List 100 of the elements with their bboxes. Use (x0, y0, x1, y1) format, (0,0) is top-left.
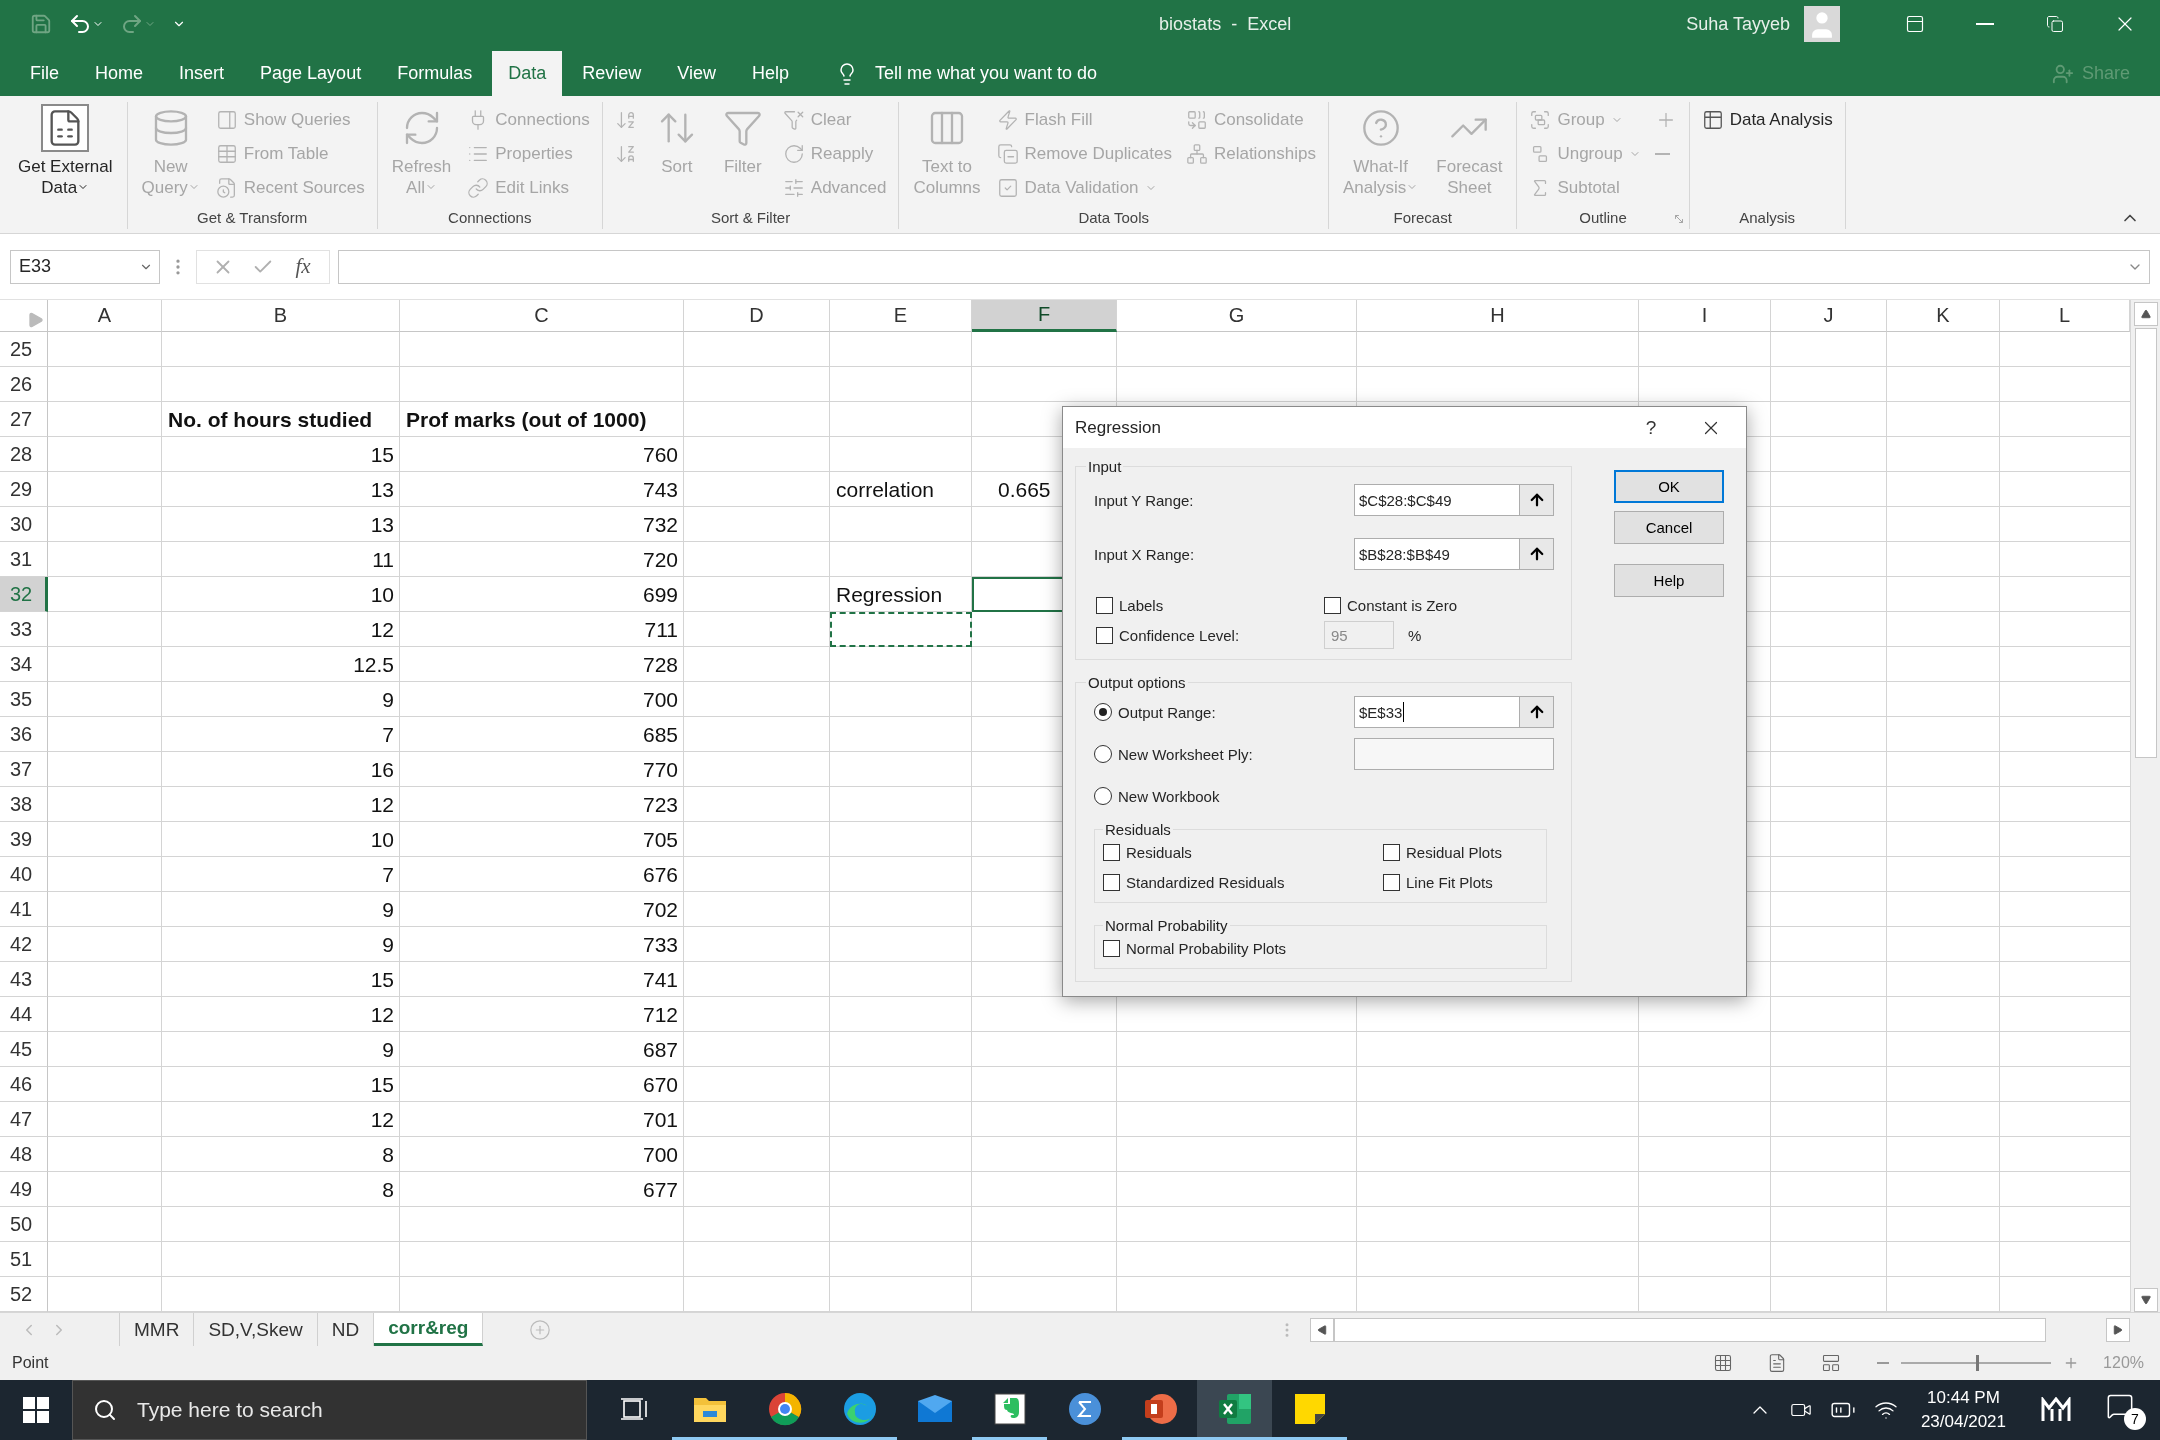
table-cell-text: 676 (641, 861, 679, 888)
person-add-icon (2051, 62, 2074, 85)
sheet-name-field[interactable] (1354, 738, 1554, 770)
page-break-button[interactable] (1821, 1353, 1842, 1373)
radio-button[interactable] (1094, 787, 1112, 805)
refresh-icon (782, 143, 805, 165)
window-title: biostats - Excel (1158, 13, 1293, 35)
user-name: Suha Tayyeb (1686, 13, 1790, 35)
sheet-tab[interactable]: corr&reg (374, 1313, 484, 1346)
ribbon-tab[interactable]: Insert (163, 51, 241, 96)
notification-count: 7 (2124, 1408, 2146, 1430)
group-label: Analysis (1739, 208, 1796, 226)
dialog-button[interactable]: Help (1614, 564, 1724, 597)
table-cell-text: 733 (641, 931, 679, 958)
row-header[interactable]: 32 (0, 577, 48, 612)
column-header[interactable]: F (972, 300, 1117, 332)
table-cell-text: 723 (641, 791, 679, 818)
help-button[interactable]: ? (1626, 415, 1676, 440)
group-label: Connections (448, 208, 532, 226)
checkbox-label: Normal Probability Plots (1126, 939, 1287, 957)
checkbox[interactable] (1103, 873, 1120, 891)
table-cell-text: 12 (369, 1106, 395, 1133)
table-cell-text: 13 (369, 511, 395, 538)
checkbox[interactable] (1383, 873, 1400, 891)
up-arrow-icon (2140, 309, 2151, 319)
scroll-right-button[interactable] (2106, 1317, 2130, 1342)
range-field[interactable]: $C$28:$C$49 (1354, 484, 1520, 516)
ribbon-tab[interactable]: Help (735, 51, 805, 96)
ribbon-tab[interactable]: Review (566, 51, 658, 96)
minus-icon (1877, 1362, 1890, 1364)
spreadsheet-app-icon (1216, 1391, 1253, 1426)
collapse-button[interactable] (1520, 484, 1554, 516)
checkbox[interactable] (1103, 843, 1120, 861)
range-field[interactable]: $B$28:$B$49 (1354, 538, 1520, 570)
swirl-logo-icon (842, 1391, 877, 1426)
scrollbar-thumb[interactable] (2134, 328, 2157, 758)
scroll-up-button[interactable] (2133, 302, 2158, 326)
table-cell-text: 11 (371, 546, 395, 573)
table-cell-text: 15 (369, 1071, 395, 1098)
zoom-level: 120% (2103, 1354, 2144, 1372)
right-arrow-icon (2113, 1324, 2123, 1335)
minimize-icon (1976, 23, 1994, 25)
table-cell-text: 700 (641, 1141, 679, 1168)
scroll-down-button[interactable] (2133, 1288, 2158, 1312)
layout-icon (1821, 1353, 1842, 1373)
app-logo-icon[interactable] (2041, 1397, 2071, 1423)
slider-thumb[interactable] (1976, 1355, 1980, 1371)
table-cell-text: 743 (641, 476, 679, 503)
collapse-button[interactable] (1520, 538, 1554, 570)
table-cell-text: 12.5 (352, 651, 395, 678)
normal-view-button[interactable] (1713, 1353, 1734, 1373)
checkbox[interactable] (1103, 939, 1120, 957)
group-label: Data Tools (1078, 208, 1149, 226)
ribbon-tab[interactable]: Data (492, 51, 563, 96)
scrollbar-thumb[interactable] (1334, 1317, 2046, 1342)
table-cell-text: 15 (369, 966, 395, 993)
ribbon-tab[interactable]: File (14, 51, 75, 96)
ribbon-tab[interactable]: Formulas (381, 51, 489, 96)
search-field[interactable]: Type here to search (135, 1397, 586, 1423)
table-cell-text: 7 (381, 721, 395, 748)
undo-icon (68, 12, 92, 36)
clock-date[interactable]: 23/04/2021 (1920, 1410, 2006, 1434)
checkbox[interactable] (1096, 626, 1113, 644)
collapse-button[interactable] (1520, 696, 1554, 728)
dialog-button[interactable]: Cancel (1614, 511, 1724, 544)
table-cell-text: 677 (641, 1176, 679, 1203)
table-cell-text: 9 (381, 1036, 395, 1063)
checkbox[interactable] (1096, 596, 1113, 614)
radio-button[interactable] (1094, 745, 1112, 763)
range-field[interactable]: $E$33 (1354, 696, 1520, 728)
formula-input[interactable] (338, 249, 2150, 284)
table-cell-text: 10 (369, 826, 395, 853)
name-box[interactable]: E33 (10, 249, 160, 284)
scroll-left-button[interactable] (1310, 1317, 1334, 1342)
ribbon-tab[interactable]: Page Layout (244, 51, 378, 96)
tell-me-search[interactable]: Tell me what you want to do (868, 51, 1104, 96)
ribbon-button[interactable]: Data Analysis (1697, 104, 1837, 136)
checkbox[interactable] (1383, 843, 1400, 861)
ribbon-tab[interactable]: Home (79, 51, 160, 96)
checkbox[interactable] (1324, 596, 1341, 614)
ribbon-button[interactable]: Get External Data (12, 102, 119, 205)
network-icon (1185, 143, 1208, 165)
triangle-icon (28, 312, 44, 328)
clock-time[interactable]: 10:44 PM (1927, 1386, 2000, 1410)
column-header[interactable]: L (2000, 300, 2130, 332)
checkbox-label: Residual Plots (1406, 843, 1502, 861)
table-cell-text: 8 (381, 1141, 395, 1168)
dialog-button[interactable]: OK (1614, 470, 1724, 503)
table-cell-text: 702 (641, 896, 679, 923)
duplicate-remove-icon (996, 143, 1019, 165)
group-label: Get & Transform (197, 208, 308, 226)
notifications-button[interactable]: 7 (2104, 1390, 2146, 1430)
table-cell-text: 0.665 (997, 476, 1052, 503)
search-box[interactable]: Type here to search (72, 1380, 587, 1440)
table-cell-text: 720 (641, 546, 679, 573)
ribbon-tab[interactable]: View (661, 51, 732, 96)
table-cell-text: 9 (381, 896, 395, 923)
percent-label: % (1408, 626, 1422, 644)
table-cell-text: 711 (643, 616, 679, 643)
radio-button[interactable] (1094, 703, 1112, 721)
